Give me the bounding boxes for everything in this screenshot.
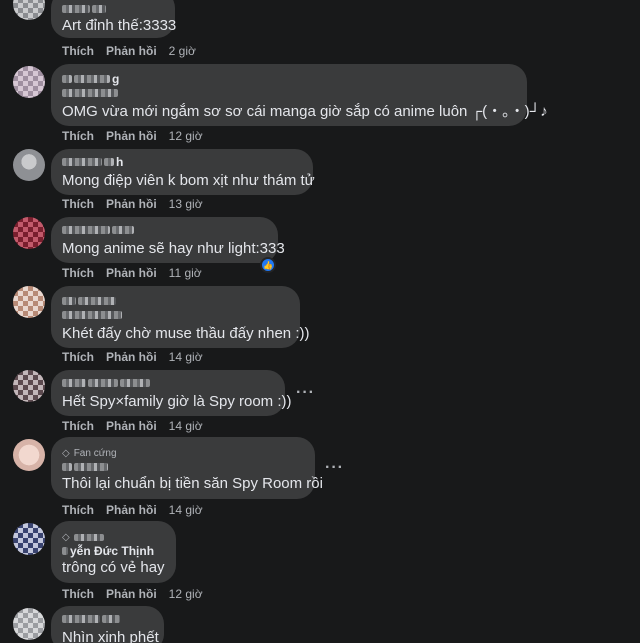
comment-time[interactable]: 14 giờ <box>169 419 203 433</box>
more-horizontal-icon[interactable]: ··· <box>325 460 344 476</box>
comment-actions: Thích Phản hồi 12 giờ <box>62 128 203 144</box>
like-button[interactable]: Thích <box>62 587 94 601</box>
like-button[interactable]: Thích <box>62 350 94 364</box>
comment-time[interactable]: 11 giờ <box>169 266 202 280</box>
comment-actions: Thích Phản hồi 13 giờ <box>62 196 203 212</box>
comment-time[interactable]: 12 giờ <box>169 129 203 143</box>
comment-time[interactable]: 2 giờ <box>169 44 196 58</box>
avatar[interactable] <box>13 217 45 249</box>
comment-bubble: g OMG vừa mới ngắm sơ sơ cái manga giờ s… <box>51 64 548 126</box>
reply-button[interactable]: Phản hồi <box>106 197 157 211</box>
reply-button[interactable]: Phản hồi <box>106 503 157 517</box>
avatar[interactable] <box>13 439 45 471</box>
comment-actions: Thích Phản hồi 2 giờ <box>62 43 196 59</box>
comment-text: Khét đấy chờ muse thầu đấy nhen :)) <box>62 325 310 342</box>
comment-time[interactable]: 14 giờ <box>169 503 203 517</box>
avatar[interactable] <box>13 370 45 402</box>
comment-text: Mong điệp viên k bom xịt như thám tử <box>62 172 315 189</box>
reply-button[interactable]: Phản hồi <box>106 587 157 601</box>
comment-actions: Thích Phản hồi 11 giờ <box>62 265 202 281</box>
comment-text: Nhìn xinh phết <box>62 629 159 643</box>
comment-bubble: h Mong điệp viên k bom xịt như thám tử <box>51 149 315 195</box>
avatar[interactable] <box>13 523 45 555</box>
thumbs-up-icon[interactable]: 👍 <box>260 257 276 273</box>
like-button[interactable]: Thích <box>62 503 94 517</box>
commenter-name[interactable] <box>62 3 163 15</box>
reply-button[interactable]: Phản hồi <box>106 266 157 280</box>
comment-bubble: Nhìn xinh phết <box>51 606 164 643</box>
fan-badge[interactable]: ◇ Fan cứng <box>62 446 303 460</box>
diamond-icon: ◇ <box>62 447 70 459</box>
fan-badge-label: Fan cứng <box>73 447 117 459</box>
comment-bubble: Khét đấy chờ muse thầu đấy nhen :)) <box>51 286 310 348</box>
commenter-name[interactable] <box>62 224 266 236</box>
comment-bubble: ◇ Fan cứng Thôi lại chuẩn bị tiền săn Sp… <box>51 437 323 499</box>
reply-button[interactable]: Phản hồi <box>106 350 157 364</box>
reply-button[interactable]: Phản hồi <box>106 419 157 433</box>
comment-actions: Thích Phản hồi 14 giờ <box>62 418 203 434</box>
commenter-name[interactable] <box>62 613 152 625</box>
diamond-icon: ◇ <box>62 531 70 543</box>
comment-text: Mong anime sẽ hay như light:333 <box>62 240 285 257</box>
reply-button[interactable]: Phản hồi <box>106 44 157 58</box>
commenter-name[interactable] <box>62 377 273 389</box>
commenter-name[interactable]: g <box>62 73 515 85</box>
like-button[interactable]: Thích <box>62 129 94 143</box>
like-button[interactable]: Thích <box>62 44 94 58</box>
comment-bubble: Hết Spy×family giờ là Spy room :)) <box>51 370 292 416</box>
comment-text: Art đỉnh thế:3333 <box>62 17 177 34</box>
comment-text: trông có vẻ hay <box>62 559 165 576</box>
comment-actions: Thích Phản hồi 12 giờ <box>62 586 203 602</box>
comment-actions: Thích Phản hồi 14 giờ <box>62 502 203 518</box>
comment-actions: Thích Phản hồi 14 giờ <box>62 349 203 365</box>
avatar[interactable] <box>13 149 45 181</box>
like-button[interactable]: Thích <box>62 266 94 280</box>
comment-bubble: Mong anime sẽ hay như light:333 <box>51 217 285 263</box>
reply-button[interactable]: Phản hồi <box>106 129 157 143</box>
fan-badge[interactable]: ◇ <box>62 530 164 544</box>
avatar[interactable] <box>13 0 45 20</box>
comment-text: Thôi lại chuẩn bị tiền săn Spy Room rồi <box>62 475 323 492</box>
comment-time[interactable]: 13 giờ <box>169 197 203 211</box>
comment-text: Hết Spy×family giờ là Spy room :)) <box>62 393 292 410</box>
avatar[interactable] <box>13 608 45 640</box>
commenter-name[interactable] <box>62 461 303 473</box>
like-button[interactable]: Thích <box>62 197 94 211</box>
comment-time[interactable]: 14 giờ <box>169 350 203 364</box>
avatar[interactable] <box>13 66 45 98</box>
comment-bubble: ◇ yễn Đức Thịnh trông có vẻ hay <box>51 521 176 583</box>
commenter-name[interactable] <box>62 295 288 307</box>
commenter-name[interactable]: yễn Đức Thịnh <box>62 545 164 557</box>
comment-bubble: Art đỉnh thế:3333 <box>51 0 177 38</box>
comment-time[interactable]: 12 giờ <box>169 587 203 601</box>
commenter-name[interactable]: h <box>62 156 301 168</box>
more-horizontal-icon[interactable]: ··· <box>296 385 315 401</box>
like-button[interactable]: Thích <box>62 419 94 433</box>
avatar[interactable] <box>13 286 45 318</box>
comment-text: OMG vừa mới ngắm sơ sơ cái manga giờ sắp… <box>62 103 548 120</box>
